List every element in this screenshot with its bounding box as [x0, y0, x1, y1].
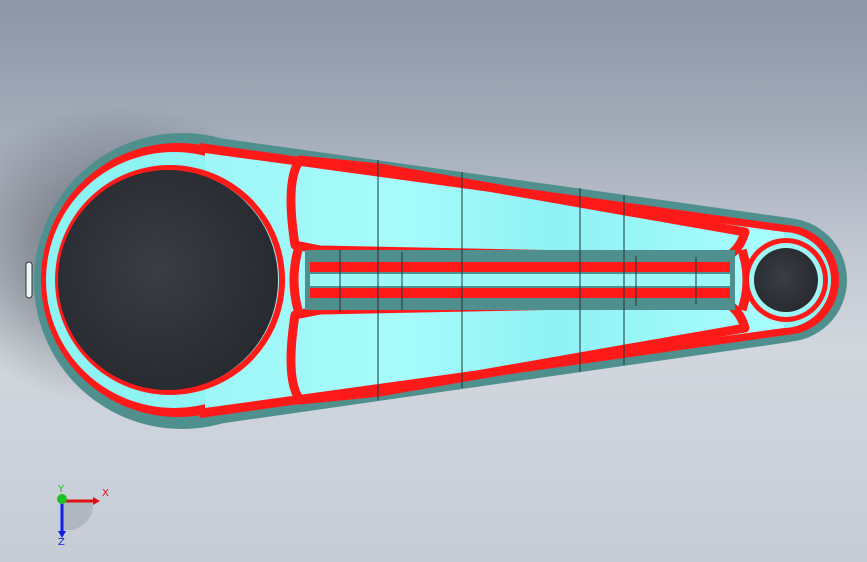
big-end-bore [55, 165, 285, 395]
z-axis-label: Z [58, 537, 65, 547]
cad-graphics-viewport[interactable]: X Y Z [0, 0, 867, 562]
triad-plane [62, 502, 93, 530]
orientation-triad[interactable]: X Y Z [44, 482, 124, 547]
small-end-bore [744, 238, 828, 322]
connecting-rod-model[interactable] [0, 0, 867, 562]
y-axis-dot-icon [57, 494, 67, 504]
x-axis-head-icon [93, 497, 100, 505]
y-axis-label: Y [57, 484, 65, 495]
big-end-slot [25, 261, 33, 299]
x-axis-label: X [102, 488, 109, 499]
